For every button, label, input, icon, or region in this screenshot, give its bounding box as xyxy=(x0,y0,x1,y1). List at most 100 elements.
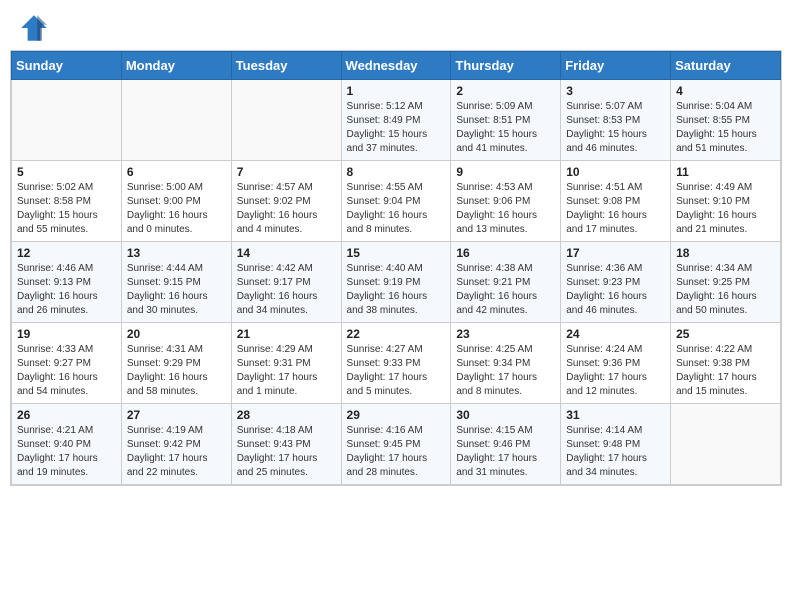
calendar-cell: 13 Sunrise: 4:44 AM Sunset: 9:15 PM Dayli… xyxy=(121,242,231,323)
day-info: Sunrise: 4:38 AM Sunset: 9:21 PM Dayligh… xyxy=(456,262,555,318)
calendar-cell: 24 Sunrise: 4:24 AM Sunset: 9:36 PM Dayli… xyxy=(561,323,671,404)
day-number: 29 xyxy=(347,408,446,422)
day-info: Sunrise: 4:16 AM Sunset: 9:45 PM Dayligh… xyxy=(347,424,446,480)
day-info: Sunrise: 4:42 AM Sunset: 9:17 PM Dayligh… xyxy=(237,262,336,318)
calendar-cell: 22 Sunrise: 4:27 AM Sunset: 9:33 PM Dayli… xyxy=(341,323,451,404)
day-info: Sunrise: 4:55 AM Sunset: 9:04 PM Dayligh… xyxy=(347,181,446,237)
calendar-cell: 7 Sunrise: 4:57 AM Sunset: 9:02 PM Daylig… xyxy=(231,161,341,242)
day-number: 14 xyxy=(237,246,336,260)
day-info: Sunrise: 4:51 AM Sunset: 9:08 PM Dayligh… xyxy=(566,181,665,237)
calendar-cell: 29 Sunrise: 4:16 AM Sunset: 9:45 PM Dayli… xyxy=(341,404,451,485)
day-number: 22 xyxy=(347,327,446,341)
day-info: Sunrise: 5:02 AM Sunset: 8:58 PM Dayligh… xyxy=(17,181,116,237)
logo xyxy=(18,12,54,44)
calendar-cell xyxy=(231,80,341,161)
calendar-cell: 21 Sunrise: 4:29 AM Sunset: 9:31 PM Dayli… xyxy=(231,323,341,404)
day-info: Sunrise: 4:44 AM Sunset: 9:15 PM Dayligh… xyxy=(127,262,226,318)
day-info: Sunrise: 4:57 AM Sunset: 9:02 PM Dayligh… xyxy=(237,181,336,237)
calendar-cell: 10 Sunrise: 4:51 AM Sunset: 9:08 PM Dayli… xyxy=(561,161,671,242)
day-info: Sunrise: 4:40 AM Sunset: 9:19 PM Dayligh… xyxy=(347,262,446,318)
header xyxy=(0,0,792,50)
day-info: Sunrise: 5:04 AM Sunset: 8:55 PM Dayligh… xyxy=(676,100,775,156)
week-row-4: 19 Sunrise: 4:33 AM Sunset: 9:27 PM Dayli… xyxy=(12,323,781,404)
calendar-cell: 4 Sunrise: 5:04 AM Sunset: 8:55 PM Daylig… xyxy=(671,80,781,161)
logo-icon xyxy=(18,12,50,44)
calendar-cell: 26 Sunrise: 4:21 AM Sunset: 9:40 PM Dayli… xyxy=(12,404,122,485)
calendar-cell: 17 Sunrise: 4:36 AM Sunset: 9:23 PM Dayli… xyxy=(561,242,671,323)
day-number: 15 xyxy=(347,246,446,260)
day-number: 21 xyxy=(237,327,336,341)
weekday-header-wednesday: Wednesday xyxy=(341,52,451,80)
weekday-header-row: SundayMondayTuesdayWednesdayThursdayFrid… xyxy=(12,52,781,80)
calendar-cell: 2Sunrise: 5:09 AM Sunset: 8:51 PM Daylig… xyxy=(451,80,561,161)
weekday-header-sunday: Sunday xyxy=(12,52,122,80)
day-info: Sunrise: 4:31 AM Sunset: 9:29 PM Dayligh… xyxy=(127,343,226,399)
calendar-cell: 20 Sunrise: 4:31 AM Sunset: 9:29 PM Dayli… xyxy=(121,323,231,404)
day-info: Sunrise: 4:22 AM Sunset: 9:38 PM Dayligh… xyxy=(676,343,775,399)
day-number: 13 xyxy=(127,246,226,260)
day-info: Sunrise: 4:27 AM Sunset: 9:33 PM Dayligh… xyxy=(347,343,446,399)
day-number: 4 xyxy=(676,84,775,98)
day-info: Sunrise: 4:15 AM Sunset: 9:46 PM Dayligh… xyxy=(456,424,555,480)
weekday-header-tuesday: Tuesday xyxy=(231,52,341,80)
day-number: 26 xyxy=(17,408,116,422)
day-info: Sunrise: 4:18 AM Sunset: 9:43 PM Dayligh… xyxy=(237,424,336,480)
day-number: 7 xyxy=(237,165,336,179)
day-info: Sunrise: 4:29 AM Sunset: 9:31 PM Dayligh… xyxy=(237,343,336,399)
weekday-header-saturday: Saturday xyxy=(671,52,781,80)
calendar-cell: 6 Sunrise: 5:00 AM Sunset: 9:00 PM Daylig… xyxy=(121,161,231,242)
day-info: Sunrise: 5:12 AM Sunset: 8:49 PM Dayligh… xyxy=(347,100,446,156)
calendar-cell: 19 Sunrise: 4:33 AM Sunset: 9:27 PM Dayli… xyxy=(12,323,122,404)
calendar-cell: 16 Sunrise: 4:38 AM Sunset: 9:21 PM Dayli… xyxy=(451,242,561,323)
calendar: SundayMondayTuesdayWednesdayThursdayFrid… xyxy=(10,50,782,486)
day-number: 19 xyxy=(17,327,116,341)
day-number: 8 xyxy=(347,165,446,179)
day-info: Sunrise: 5:07 AM Sunset: 8:53 PM Dayligh… xyxy=(566,100,665,156)
day-info: Sunrise: 5:00 AM Sunset: 9:00 PM Dayligh… xyxy=(127,181,226,237)
calendar-cell: 8 Sunrise: 4:55 AM Sunset: 9:04 PM Daylig… xyxy=(341,161,451,242)
calendar-cell xyxy=(12,80,122,161)
day-info: Sunrise: 4:24 AM Sunset: 9:36 PM Dayligh… xyxy=(566,343,665,399)
calendar-cell: 31Sunrise: 4:14 AM Sunset: 9:48 PM Dayli… xyxy=(561,404,671,485)
calendar-cell: 11Sunrise: 4:49 AM Sunset: 9:10 PM Dayli… xyxy=(671,161,781,242)
day-number: 16 xyxy=(456,246,555,260)
week-row-2: 5Sunrise: 5:02 AM Sunset: 8:58 PM Daylig… xyxy=(12,161,781,242)
weekday-header-thursday: Thursday xyxy=(451,52,561,80)
day-number: 30 xyxy=(456,408,555,422)
calendar-cell: 9Sunrise: 4:53 AM Sunset: 9:06 PM Daylig… xyxy=(451,161,561,242)
calendar-cell: 15 Sunrise: 4:40 AM Sunset: 9:19 PM Dayli… xyxy=(341,242,451,323)
day-info: Sunrise: 4:19 AM Sunset: 9:42 PM Dayligh… xyxy=(127,424,226,480)
day-number: 3 xyxy=(566,84,665,98)
day-number: 31 xyxy=(566,408,665,422)
calendar-cell: 12Sunrise: 4:46 AM Sunset: 9:13 PM Dayli… xyxy=(12,242,122,323)
day-info: Sunrise: 4:36 AM Sunset: 9:23 PM Dayligh… xyxy=(566,262,665,318)
calendar-cell: 27 Sunrise: 4:19 AM Sunset: 9:42 PM Dayli… xyxy=(121,404,231,485)
day-number: 1 xyxy=(347,84,446,98)
week-row-1: 1 Sunrise: 5:12 AM Sunset: 8:49 PM Daylig… xyxy=(12,80,781,161)
day-number: 2 xyxy=(456,84,555,98)
day-number: 23 xyxy=(456,327,555,341)
calendar-cell xyxy=(671,404,781,485)
day-number: 28 xyxy=(237,408,336,422)
day-number: 27 xyxy=(127,408,226,422)
calendar-cell: 18Sunrise: 4:34 AM Sunset: 9:25 PM Dayli… xyxy=(671,242,781,323)
day-info: Sunrise: 4:21 AM Sunset: 9:40 PM Dayligh… xyxy=(17,424,116,480)
day-info: Sunrise: 4:49 AM Sunset: 9:10 PM Dayligh… xyxy=(676,181,775,237)
day-info: Sunrise: 4:34 AM Sunset: 9:25 PM Dayligh… xyxy=(676,262,775,318)
calendar-cell: 25Sunrise: 4:22 AM Sunset: 9:38 PM Dayli… xyxy=(671,323,781,404)
calendar-cell: 28 Sunrise: 4:18 AM Sunset: 9:43 PM Dayli… xyxy=(231,404,341,485)
day-number: 10 xyxy=(566,165,665,179)
page: SundayMondayTuesdayWednesdayThursdayFrid… xyxy=(0,0,792,612)
day-info: Sunrise: 4:53 AM Sunset: 9:06 PM Dayligh… xyxy=(456,181,555,237)
day-number: 20 xyxy=(127,327,226,341)
day-number: 17 xyxy=(566,246,665,260)
day-info: Sunrise: 4:25 AM Sunset: 9:34 PM Dayligh… xyxy=(456,343,555,399)
day-number: 24 xyxy=(566,327,665,341)
day-number: 6 xyxy=(127,165,226,179)
calendar-cell: 30 Sunrise: 4:15 AM Sunset: 9:46 PM Dayli… xyxy=(451,404,561,485)
weekday-header-monday: Monday xyxy=(121,52,231,80)
calendar-cell: 14 Sunrise: 4:42 AM Sunset: 9:17 PM Dayli… xyxy=(231,242,341,323)
calendar-cell: 23 Sunrise: 4:25 AM Sunset: 9:34 PM Dayli… xyxy=(451,323,561,404)
calendar-cell xyxy=(121,80,231,161)
day-info: Sunrise: 4:33 AM Sunset: 9:27 PM Dayligh… xyxy=(17,343,116,399)
